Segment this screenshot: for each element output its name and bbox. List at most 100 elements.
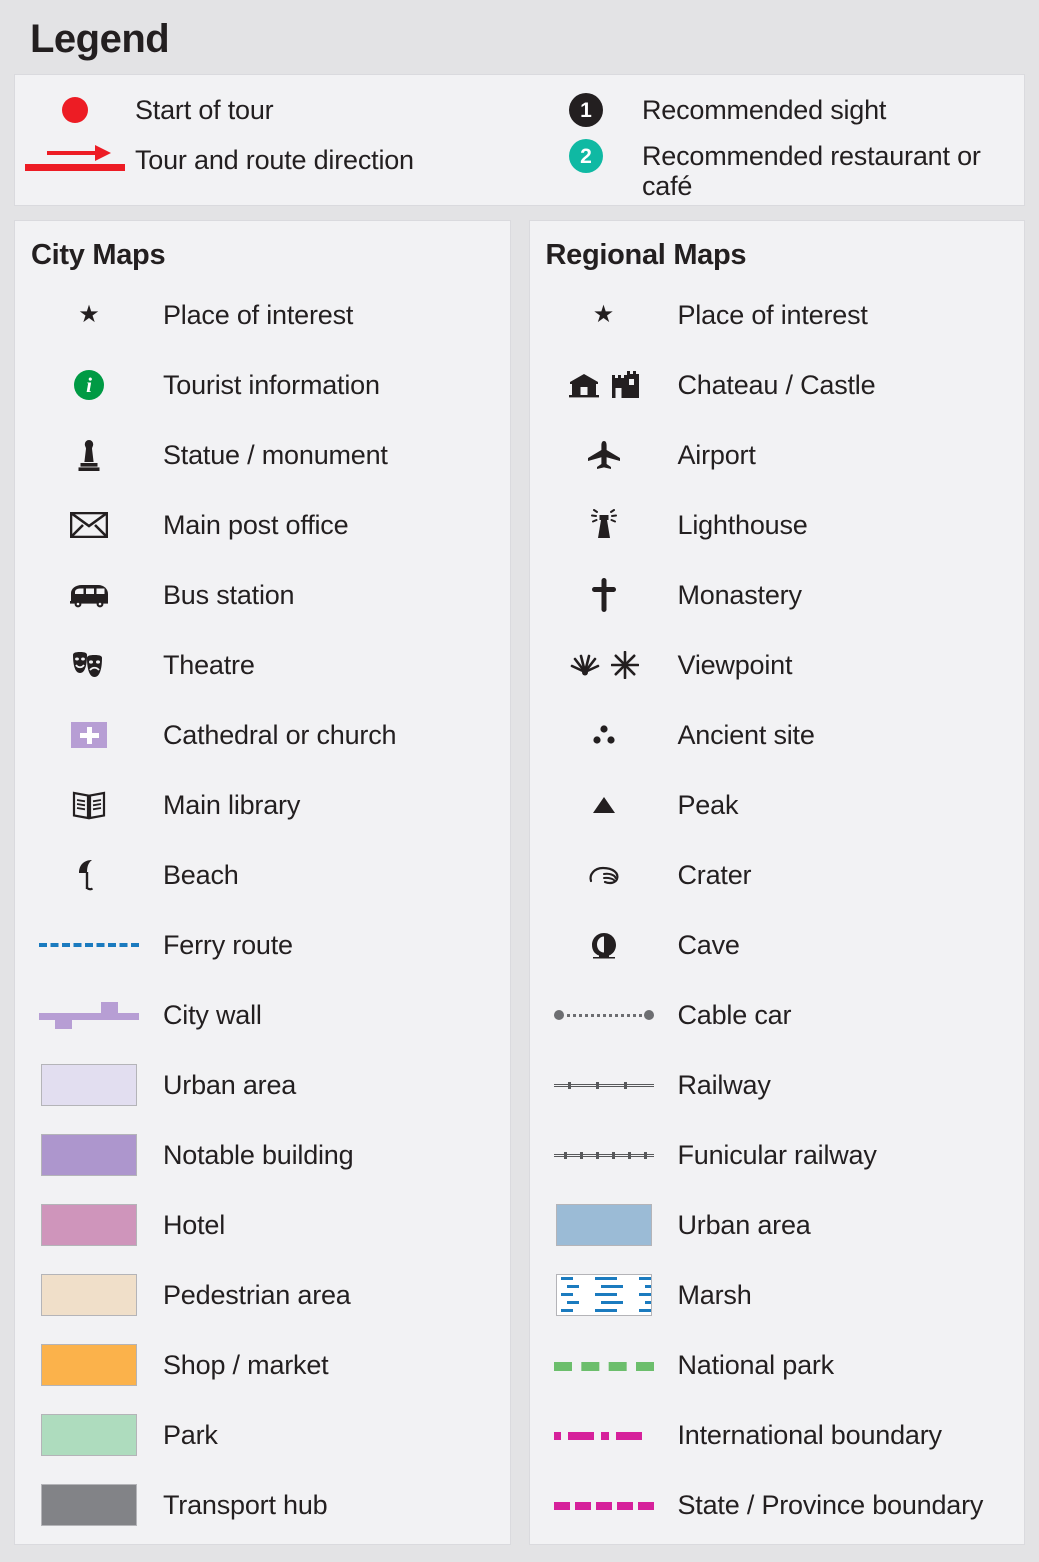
regional-maps-panel: Regional Maps ★ Place of interest Chatea… (528, 220, 1025, 1545)
legend-entry-label: Cave (677, 930, 740, 960)
legend-entry-label: Marsh (677, 1280, 752, 1310)
numbered-badge-dark-icon: 1 (530, 89, 642, 131)
legend-entry-monastery: Monastery (530, 560, 1025, 630)
dashed-line-magenta-icon (530, 1481, 678, 1529)
legend-entry-label: International boundary (677, 1420, 942, 1450)
open-book-icon (15, 781, 163, 829)
viewpoint-burst-icon (530, 641, 678, 689)
legend-entry-cable-car: Cable car (530, 980, 1025, 1050)
legend-entry-label: Main library (163, 790, 301, 820)
viewpoint-half-burst-glyph (570, 654, 599, 676)
star-icon: ★ (78, 301, 100, 328)
legend-entry-label: Railway (677, 1070, 771, 1100)
crater-glyph (588, 866, 618, 885)
legend-entry-park: Park (15, 1400, 510, 1470)
cave-icon (530, 921, 678, 969)
legend-entry-label: Transport hub (163, 1490, 328, 1520)
city-maps-title: City Maps (31, 239, 166, 271)
legend-entry-label: City wall (163, 1000, 262, 1030)
legend-entry-railway: Railway (530, 1050, 1025, 1120)
cross-glyph (591, 578, 616, 612)
legend-entry-label: Shop / market (163, 1350, 329, 1380)
legend-entry-label: Hotel (163, 1210, 226, 1240)
legend-entry-label: Urban area (163, 1070, 297, 1100)
legend-entry-label: Main post office (163, 510, 349, 540)
legend-entry-label: Urban area (677, 1210, 811, 1240)
envelope-glyph (70, 512, 108, 538)
legend-entry-urban-area: Urban area (15, 1050, 510, 1120)
legend-entry-label: Notable building (163, 1140, 354, 1170)
color-swatch-transport-hub (15, 1481, 163, 1529)
legend-entry-main-library: Main library (15, 770, 510, 840)
legend-entry-chateau-castle: Chateau / Castle (530, 350, 1025, 420)
legend-entry-ferry-route: Ferry route (15, 910, 510, 980)
legend-entry-label: Place of interest (677, 300, 868, 330)
legend-entry-transport-hub: Transport hub (15, 1470, 510, 1540)
three-dots-glyph (592, 725, 615, 744)
marsh-pattern-icon (530, 1271, 678, 1319)
lighthouse-glyph (590, 509, 617, 538)
legend-entry-label: Cable car (677, 1000, 792, 1030)
tour-legend-panel: Start of tour Tour and route direction 1 (14, 74, 1025, 206)
legend-entry-tourist-information: i Tourist information (15, 350, 510, 420)
legend-entry-shop-market: Shop / market (15, 1330, 510, 1400)
legend-entry-cathedral-church: Cathedral or church (15, 700, 510, 770)
red-dot-icon (15, 89, 135, 131)
legend-entry-label: Peak (677, 790, 739, 820)
lighthouse-icon (530, 501, 678, 549)
legend-entry-label: Place of interest (163, 300, 354, 330)
legend-entry-urban-area: Urban area (530, 1190, 1025, 1260)
bus-icon (15, 571, 163, 619)
legend-entry-ancient-site: Ancient site (530, 700, 1025, 770)
color-swatch-park (15, 1411, 163, 1459)
dashed-line-blue-icon (15, 921, 163, 969)
legend-entry-state-province-boundary: State / Province boundary (530, 1470, 1025, 1540)
legend-entry-label: Viewpoint (677, 650, 793, 680)
funicular-line-icon (530, 1131, 678, 1179)
legend-entry-beach: Beach (15, 840, 510, 910)
star-icon: ★ (592, 301, 615, 328)
legend-entry-pedestrian-area: Pedestrian area (15, 1260, 510, 1330)
legend-entry-place-of-interest: ★ Place of interest (530, 280, 1025, 350)
color-swatch-notable-building (15, 1131, 163, 1179)
badge-number: 2 (569, 139, 603, 173)
airplane-icon (530, 431, 678, 479)
dashed-line-green-icon (530, 1341, 678, 1389)
color-swatch-pedestrian-area (15, 1271, 163, 1319)
envelope-icon (15, 501, 163, 549)
legend-entry-label: Airport (677, 440, 756, 470)
legend-entry-label: Funicular railway (677, 1140, 877, 1170)
legend-entry-main-post-office: Main post office (15, 490, 510, 560)
legend-entry-label: Monastery (677, 580, 802, 610)
legend-entry-label: Park (163, 1420, 218, 1450)
triangle-glyph (592, 797, 615, 813)
legend-entry-label: Pedestrian area (163, 1280, 351, 1310)
legend-entry-label: Statue / monument (163, 440, 388, 470)
dash-dot-line-magenta-icon (530, 1411, 678, 1459)
city-wall-line-icon (15, 991, 163, 1039)
legend-entry-place-of-interest: ★ Place of interest (15, 280, 510, 350)
legend-entry-cave: Cave (530, 910, 1025, 980)
legend-entry-viewpoint: Viewpoint (530, 630, 1025, 700)
city-maps-panel: City Maps ★ Place of interest i Tourist … (14, 220, 511, 1545)
legend-entry-label: Recommended restaurant or café (642, 141, 981, 201)
legend-entry-label: State / Province boundary (677, 1490, 984, 1520)
legend-entry-notable-building: Notable building (15, 1120, 510, 1190)
legend-entry-national-park: National park (530, 1330, 1025, 1400)
legend-entry-international-boundary: International boundary (530, 1400, 1025, 1470)
statue-icon (15, 431, 163, 479)
chateau-glyph (568, 374, 599, 398)
color-swatch-urban-area (530, 1201, 678, 1249)
dotted-line-cable-icon (530, 991, 678, 1039)
statue-glyph (78, 440, 100, 471)
open-book-glyph (72, 791, 106, 820)
tour-legend-left-column: Start of tour Tour and route direction (15, 89, 530, 189)
legend-entry-label: Chateau / Castle (677, 370, 876, 400)
castle-glyph (611, 371, 639, 398)
badge-number: 1 (569, 93, 603, 127)
legend-entry-funicular-railway: Funicular railway (530, 1120, 1025, 1190)
legend-entry-label: Recommended sight (642, 95, 887, 125)
chateau-castle-icon (530, 361, 678, 409)
legend-page: Legend Start of tour Tour and route dire (0, 0, 1039, 1562)
color-swatch-shop-market (15, 1341, 163, 1389)
